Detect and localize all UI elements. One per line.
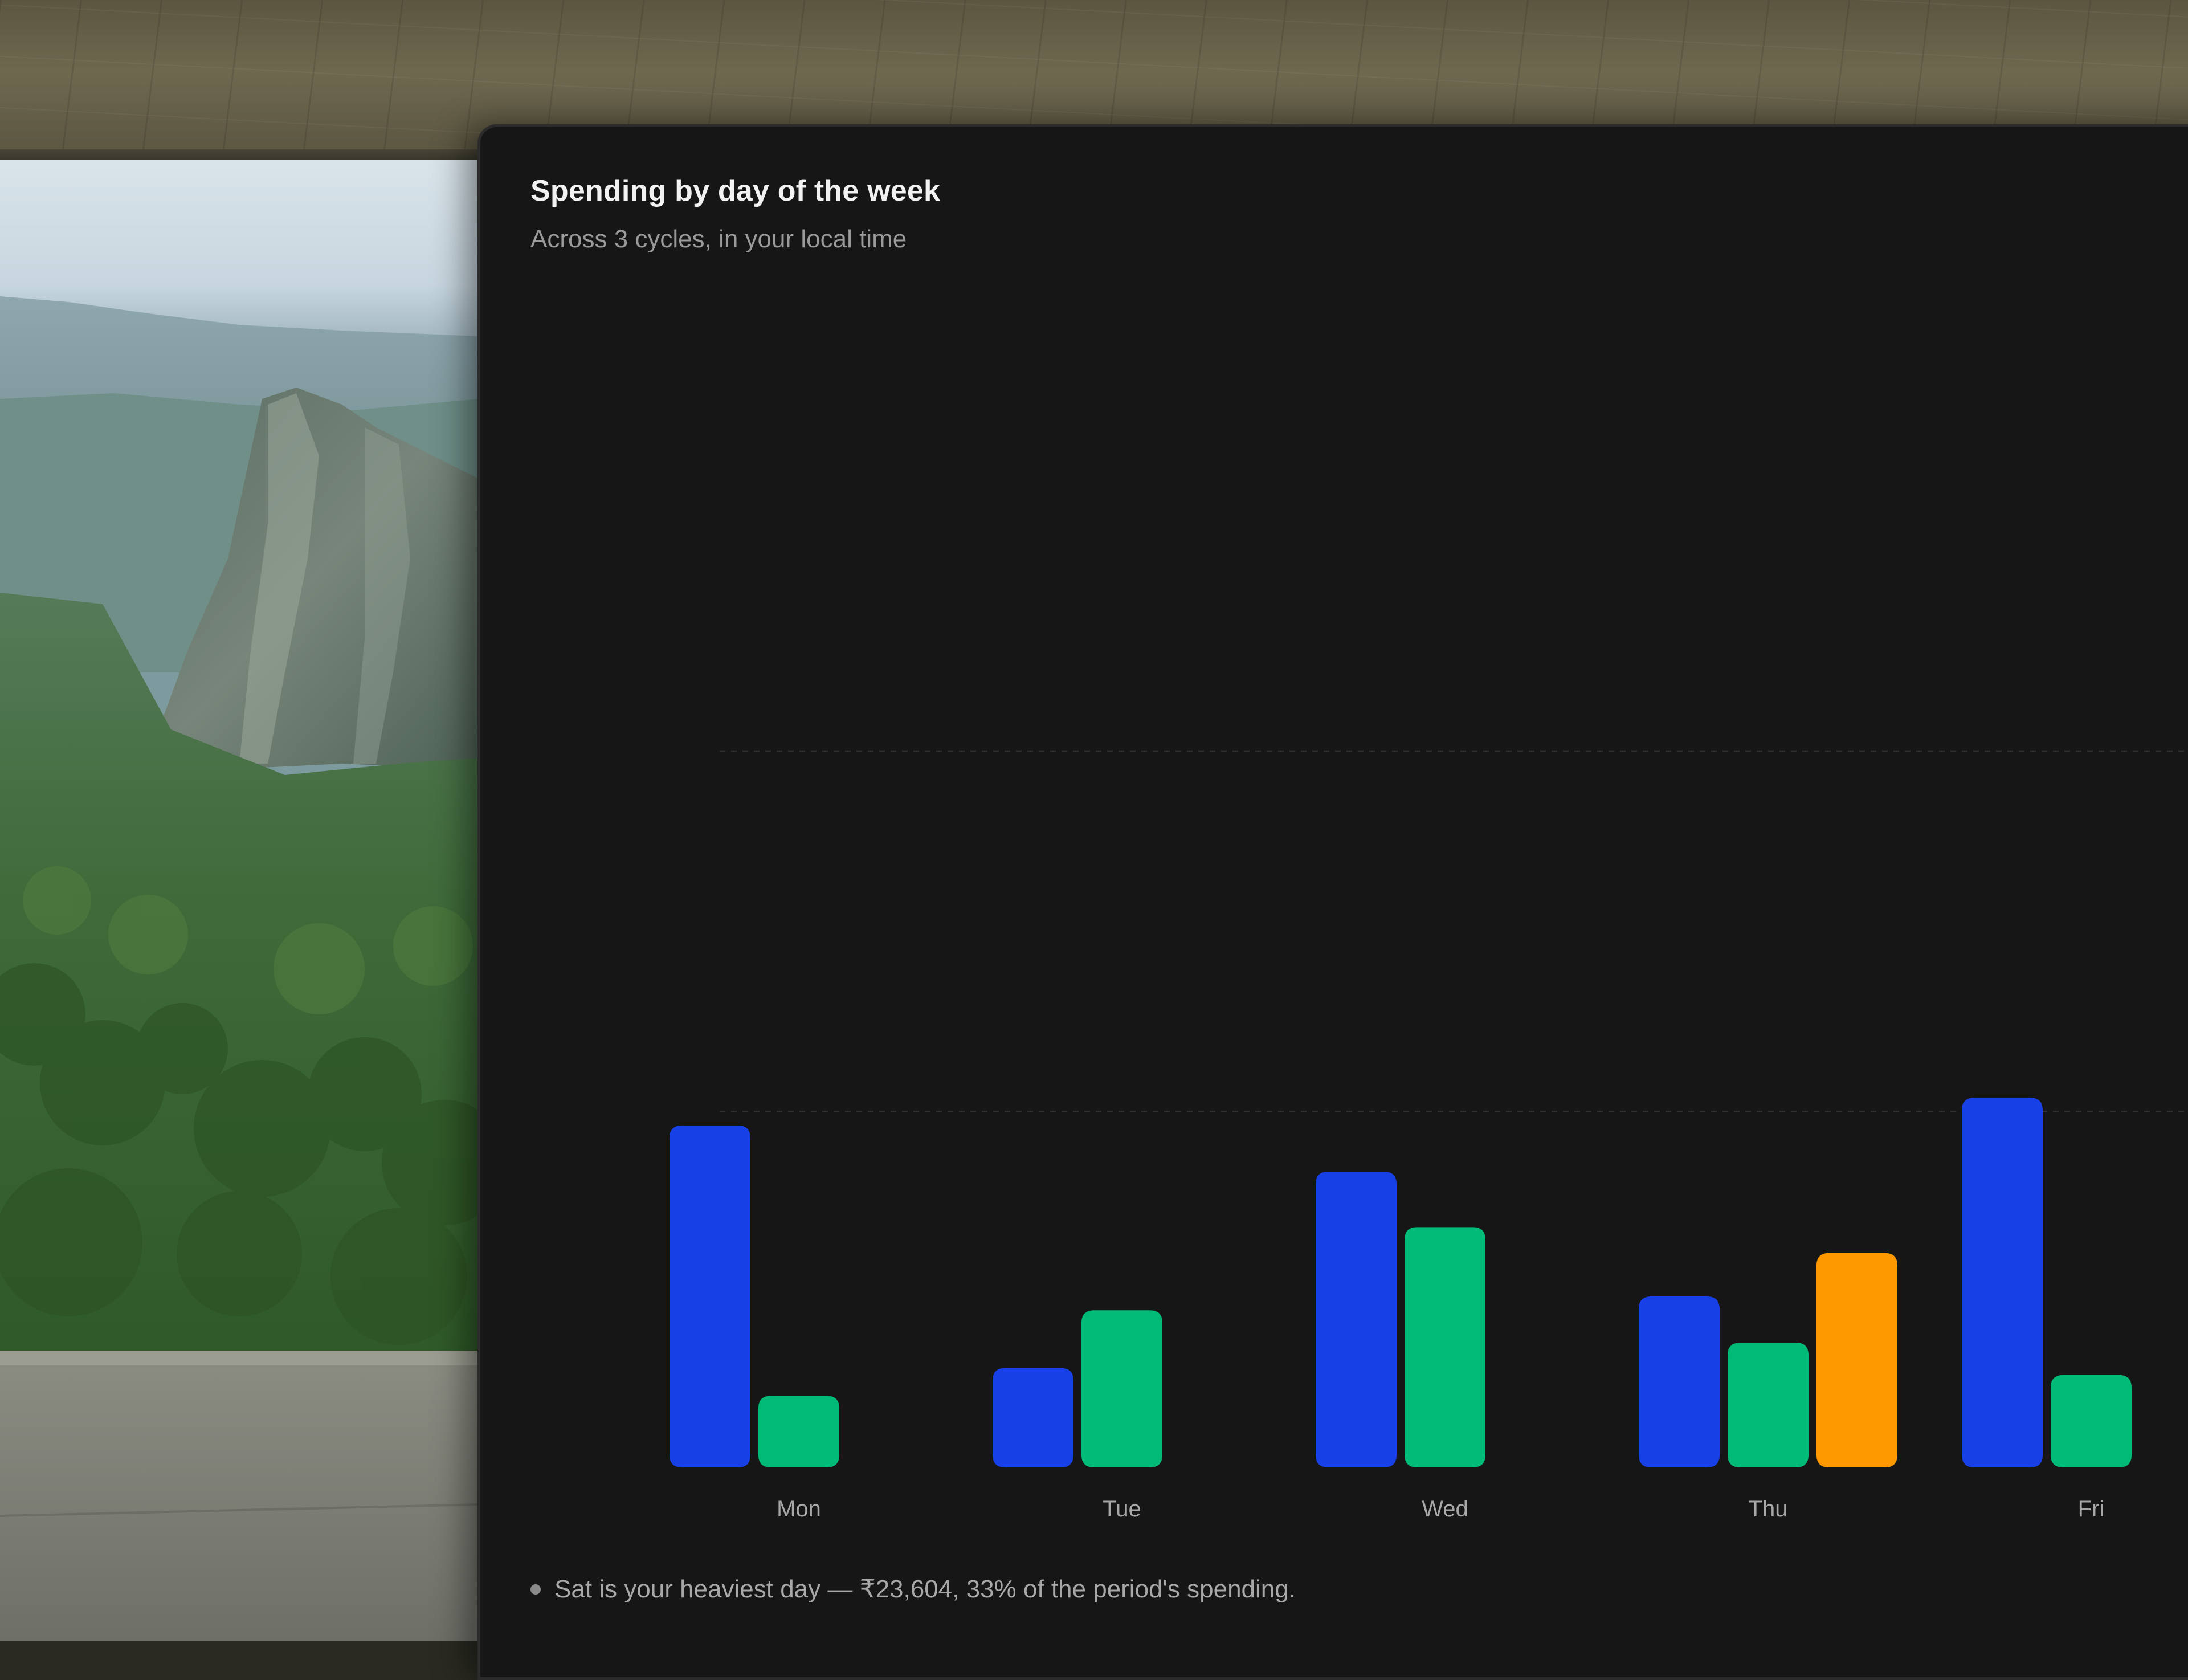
spending-card: Spending by day of the week Across 3 cyc… (477, 124, 2188, 1680)
bar-mon-series-1[interactable] (670, 1125, 750, 1467)
insight-text: Sat is your heaviest day — ₹23,604, 33% … (554, 1575, 1296, 1603)
landscape-backdrop (0, 160, 479, 1641)
insight-footnote: Sat is your heaviest day — ₹23,604, 33% … (530, 1575, 1296, 1604)
tick-label-thu: Thu (1749, 1496, 1788, 1522)
bar-thu-series-2[interactable] (1728, 1343, 1809, 1467)
bar-fri-series-1[interactable] (1962, 1098, 2043, 1467)
bar-wed-series-2[interactable] (1405, 1227, 1485, 1467)
bar-tue-series-2[interactable] (1081, 1310, 1162, 1467)
tick-label-mon: Mon (777, 1496, 821, 1522)
tick-label-wed: Wed (1422, 1496, 1468, 1522)
bar-wed-series-1[interactable] (1316, 1172, 1397, 1467)
bar-thu-series-1[interactable] (1639, 1296, 1720, 1467)
bullet-dot-icon (530, 1584, 541, 1595)
landscape-illustration (0, 296, 479, 1641)
tick-label-tue: Tue (1103, 1496, 1141, 1522)
bar-chart: Mon Tue Wed Thu Fri (670, 750, 2188, 1522)
bar-fri-series-2[interactable] (2051, 1375, 2132, 1467)
bar-thu-series-3[interactable] (1816, 1253, 1897, 1467)
tick-label-fri: Fri (2078, 1496, 2105, 1522)
bar-mon-series-2[interactable] (758, 1396, 839, 1467)
bar-tue-series-1[interactable] (993, 1368, 1073, 1467)
